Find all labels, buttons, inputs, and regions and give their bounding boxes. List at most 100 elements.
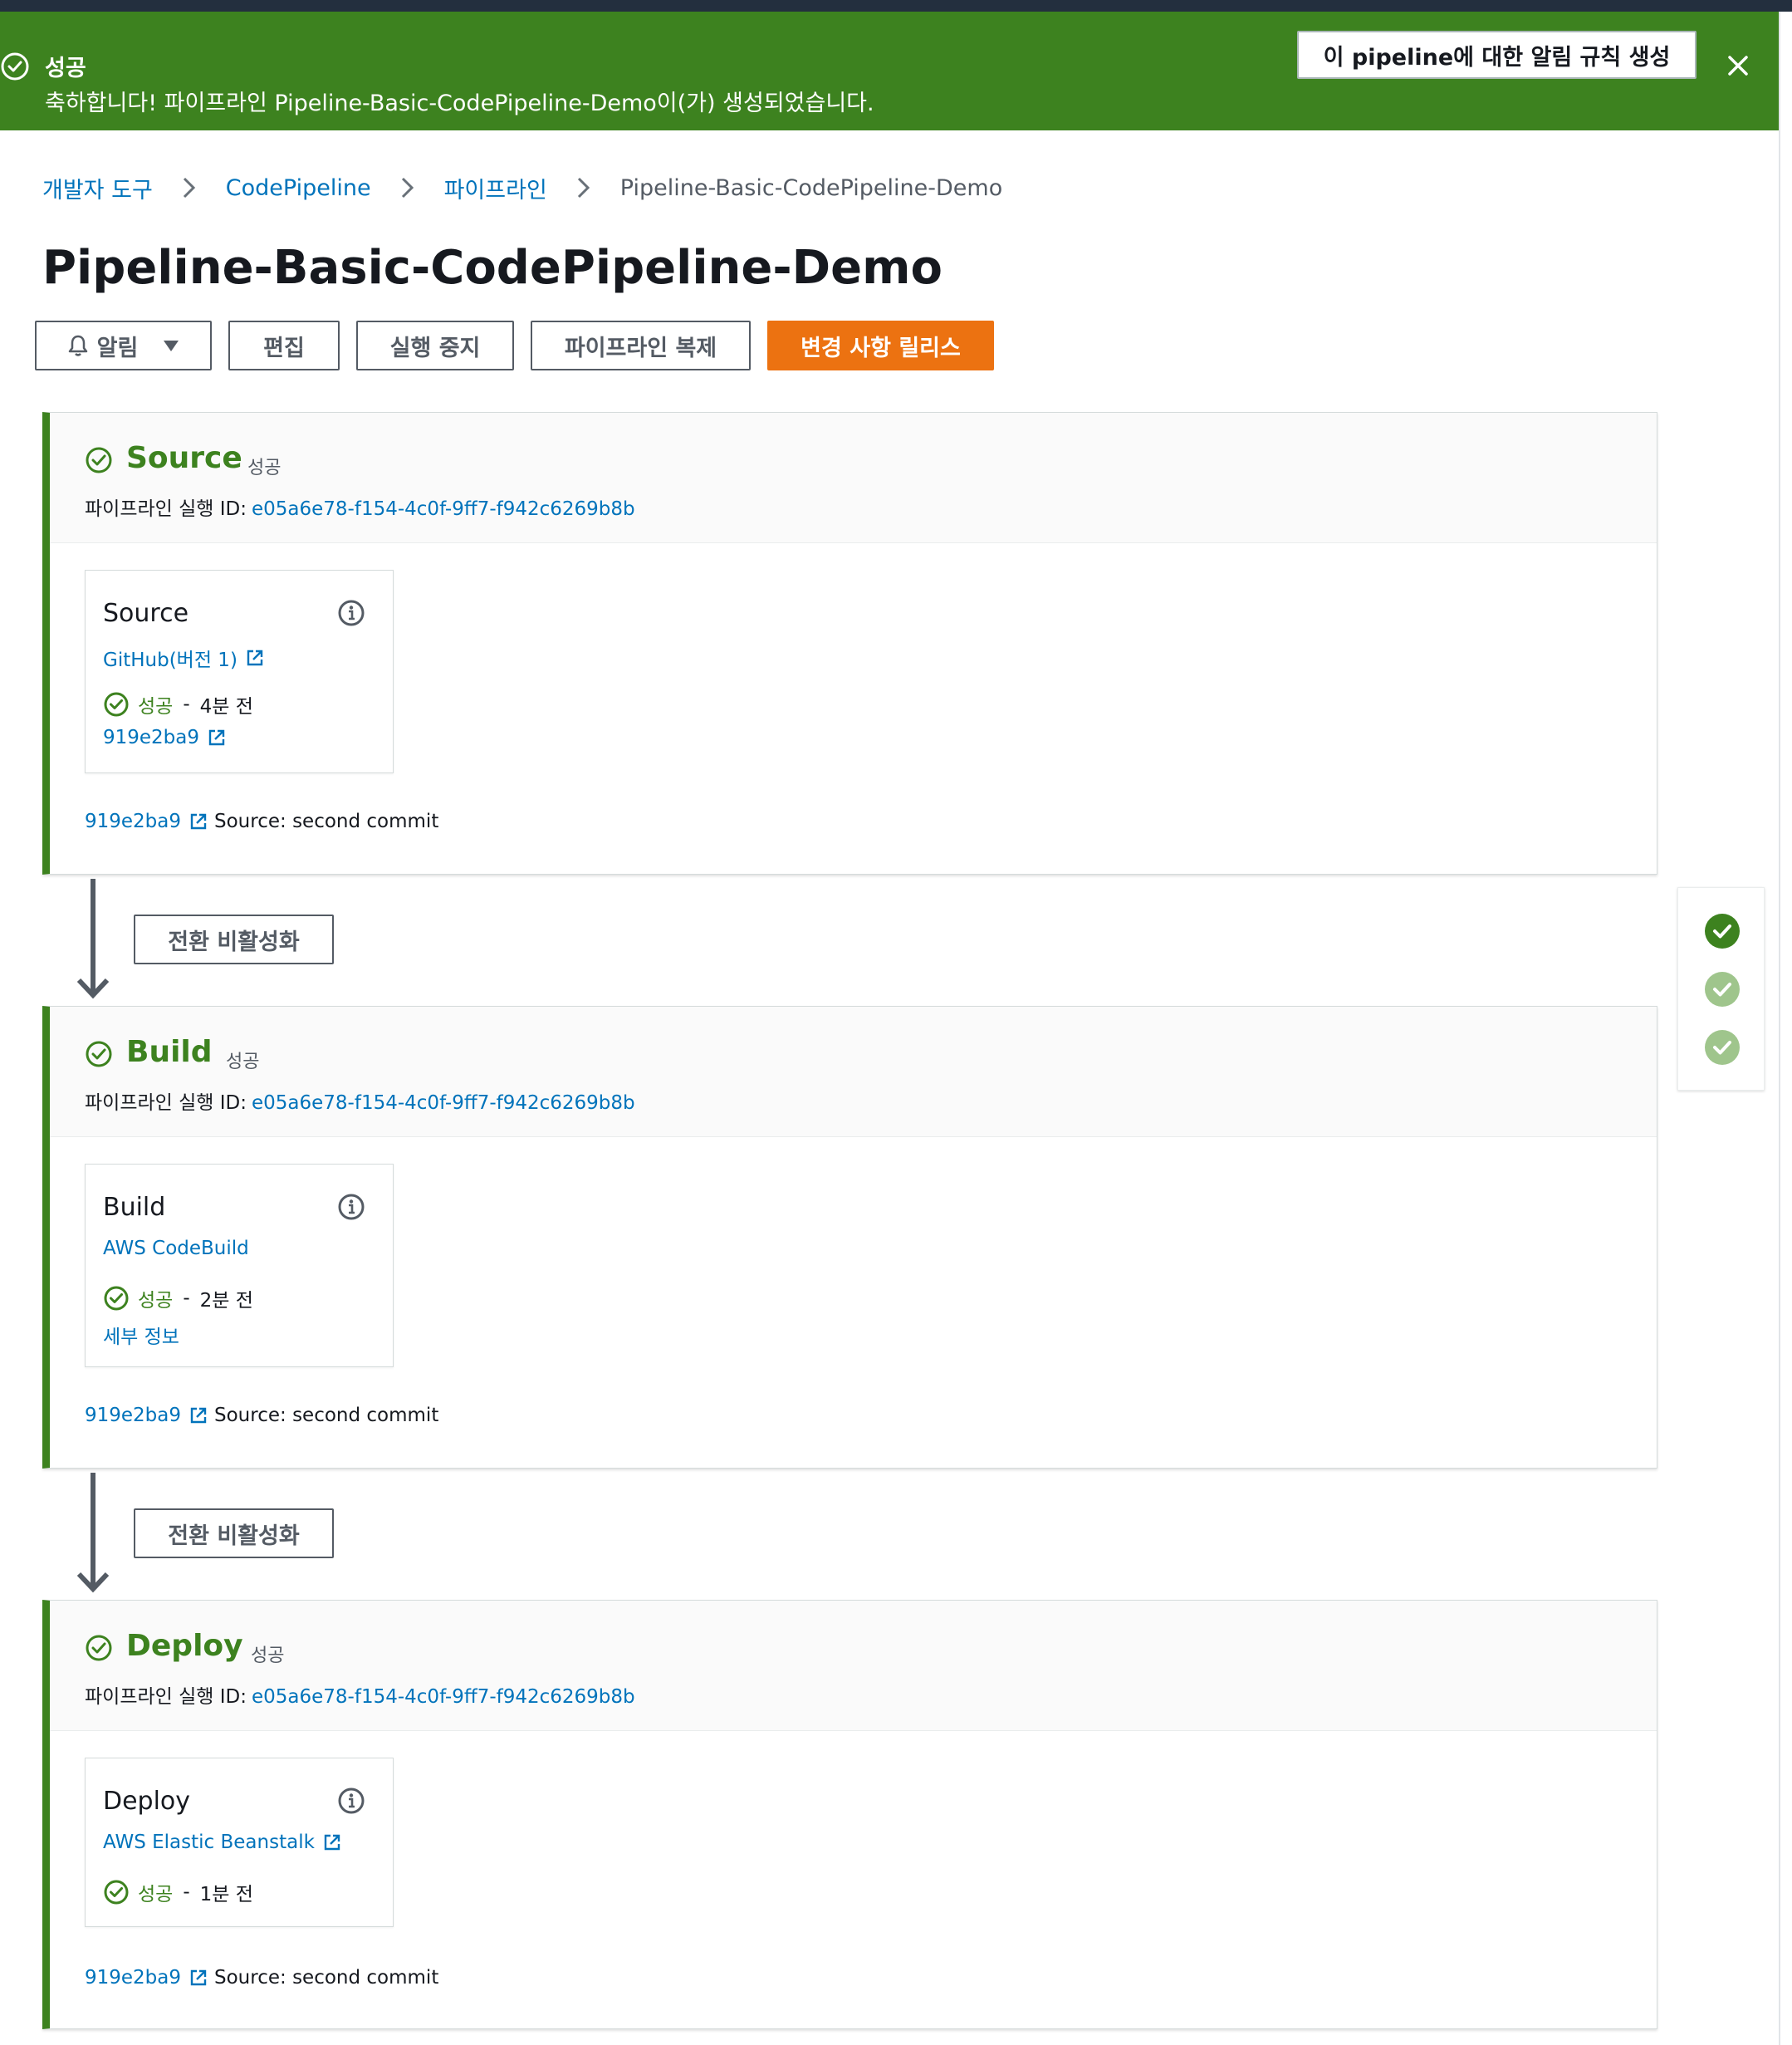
disable-transition-button[interactable]: 전환 비활성화 (134, 915, 334, 964)
check-circle-icon (104, 692, 129, 717)
commit-message: Source: second commit (214, 1405, 439, 1426)
details-link-label: 세부 정보 (103, 1327, 179, 1348)
execution-id-row: 파이프라인 실행 ID: e05a6e78-f154-4c0f-9ff7-f942… (85, 493, 635, 521)
edit-button[interactable]: 편집 (228, 321, 340, 370)
stage-deploy: Deploy 성공 파이프라인 실행 ID: e05a6e78-f154-4c0f… (42, 1600, 1657, 2029)
stage-status: 성공 (251, 1645, 285, 1666)
external-link-icon (247, 650, 263, 666)
stage-header: Source 성공 파이프라인 실행 ID: e05a6e78-f154-4c0f… (50, 413, 1657, 543)
arrow-down-icon (76, 879, 110, 999)
stage-source: Source 성공 파이프라인 실행 ID: e05a6e78-f154-4c0f… (42, 412, 1657, 875)
info-icon[interactable] (337, 1193, 365, 1221)
page-edge (1779, 12, 1780, 2045)
status-text: 성공 (138, 696, 174, 718)
check-filled-icon[interactable] (1704, 971, 1741, 1008)
action-provider-link[interactable]: AWS Elastic Beanstalk (103, 1832, 341, 1853)
action-card-deploy: Deploy AWS Elastic Beanstalk 성공 - 1분 전 (85, 1758, 394, 1927)
status-text: 성공 (138, 1884, 174, 1905)
execution-id-label: 파이프라인 실행 ID: (85, 1686, 247, 1708)
action-status: 성공 - 2분 전 (103, 1284, 253, 1312)
page-title: Pipeline-Basic-CodePipeline-Demo (42, 241, 943, 295)
close-icon[interactable] (1722, 50, 1754, 81)
execution-id-link[interactable]: e05a6e78-f154-4c0f-9ff7-f942c6269b8b (252, 1686, 635, 1708)
action-name: Deploy (103, 1787, 191, 1816)
external-link-icon[interactable] (189, 812, 208, 831)
commit-hash-link[interactable]: 919e2ba9 (85, 1967, 181, 1989)
stage-commit-info: 919e2ba9 Source: second commit (85, 1967, 438, 1989)
external-link-icon[interactable] (189, 1406, 208, 1425)
check-circle-icon (86, 1041, 112, 1067)
execution-id-label: 파이프라인 실행 ID: (85, 1092, 247, 1114)
chevron-right-icon (391, 171, 424, 204)
arrow-down-icon (76, 1473, 110, 1593)
stop-execution-button[interactable]: 실행 중지 (356, 321, 514, 370)
commit-message: Source: second commit (214, 811, 439, 832)
execution-id-row: 파이프라인 실행 ID: e05a6e78-f154-4c0f-9ff7-f942… (85, 1086, 635, 1115)
stage-status: 성공 (247, 458, 282, 478)
action-details-link[interactable]: 세부 정보 (103, 1321, 179, 1349)
top-navigation-bar (0, 0, 1792, 12)
status-time: 4분 전 (199, 696, 253, 718)
action-card-build: Build AWS CodeBuild 성공 - 2분 전 세부 정보 (85, 1164, 394, 1367)
check-circle-icon (86, 1635, 112, 1661)
status-separator: - (183, 1287, 190, 1309)
status-time: 2분 전 (199, 1290, 253, 1312)
flash-message: 축하합니다! 파이프라인 Pipeline-Basic-CodePipeline… (45, 91, 874, 116)
stage-header: Build 성공 파이프라인 실행 ID: e05a6e78-f154-4c0f-… (50, 1007, 1657, 1137)
action-name: Source (103, 599, 189, 628)
action-provider-link[interactable]: GitHub(버전 1) (103, 644, 264, 672)
execution-id-row: 파이프라인 실행 ID: e05a6e78-f154-4c0f-9ff7-f942… (85, 1680, 635, 1709)
chevron-right-icon (173, 171, 206, 204)
check-filled-icon[interactable] (1704, 1029, 1741, 1066)
info-icon[interactable] (337, 599, 365, 627)
info-icon[interactable] (337, 1787, 365, 1815)
action-provider-link[interactable]: AWS CodeBuild (103, 1238, 249, 1259)
action-card-source: Source GitHub(버전 1) 성공 - 4분 전 919e2ba9 (85, 570, 394, 773)
notify-dropdown-button[interactable]: 알림 (35, 321, 212, 370)
breadcrumb-pipelines[interactable]: 파이프라인 (444, 172, 547, 204)
release-change-button[interactable]: 변경 사항 릴리스 (767, 321, 994, 370)
check-circle-icon (104, 1880, 129, 1905)
flash-title: 성공 (45, 56, 86, 81)
breadcrumb-codepipeline[interactable]: CodePipeline (226, 175, 371, 201)
execution-id-link[interactable]: e05a6e78-f154-4c0f-9ff7-f942c6269b8b (252, 1092, 635, 1114)
commit-message: Source: second commit (214, 1967, 439, 1989)
breadcrumb: 개발자 도구 CodePipeline 파이프라인 Pipeline-Basic… (42, 171, 1002, 204)
check-circle-icon (86, 447, 112, 473)
action-name: Build (103, 1193, 166, 1222)
chevron-right-icon (567, 171, 600, 204)
action-commit-link[interactable]: 919e2ba9 (103, 727, 226, 748)
action-status: 성공 - 1분 전 (103, 1878, 253, 1906)
clone-pipeline-button[interactable]: 파이프라인 복제 (531, 321, 751, 370)
execution-id-link[interactable]: e05a6e78-f154-4c0f-9ff7-f942c6269b8b (252, 498, 635, 520)
provider-label: AWS Elastic Beanstalk (103, 1832, 315, 1853)
execution-id-label: 파이프라인 실행 ID: (85, 498, 247, 520)
stage-commit-info: 919e2ba9 Source: second commit (85, 811, 438, 832)
status-time: 1분 전 (199, 1884, 253, 1905)
check-circle-icon (1, 52, 29, 81)
stage-name: Deploy (126, 1629, 243, 1663)
disable-transition-button[interactable]: 전환 비활성화 (134, 1508, 334, 1558)
external-link-icon[interactable] (189, 1969, 208, 1987)
stage-name: Source (126, 441, 242, 475)
stage-header: Deploy 성공 파이프라인 실행 ID: e05a6e78-f154-4c0f… (50, 1601, 1657, 1731)
external-link-icon (208, 729, 225, 746)
check-filled-icon[interactable] (1704, 913, 1741, 949)
stage-commit-info: 919e2ba9 Source: second commit (85, 1405, 438, 1426)
breadcrumb-developer-tools[interactable]: 개발자 도구 (42, 172, 153, 204)
status-separator: - (183, 694, 190, 715)
breadcrumb-current: Pipeline-Basic-CodePipeline-Demo (619, 174, 1003, 201)
notify-label: 알림 (96, 335, 139, 361)
caret-down-icon (164, 341, 179, 351)
provider-label: GitHub(버전 1) (103, 650, 237, 671)
commit-hash-link[interactable]: 919e2ba9 (85, 1405, 181, 1426)
commit-link-label: 919e2ba9 (103, 727, 200, 748)
provider-label: AWS CodeBuild (103, 1238, 249, 1259)
commit-hash-link[interactable]: 919e2ba9 (85, 811, 181, 832)
create-notification-rule-button[interactable]: 이 pipeline에 대한 알림 규칙 생성 (1297, 31, 1697, 79)
stage-build: Build 성공 파이프라인 실행 ID: e05a6e78-f154-4c0f-… (42, 1006, 1657, 1469)
external-link-icon (324, 1834, 340, 1851)
status-separator: - (183, 1881, 190, 1903)
stage-status: 성공 (226, 1052, 260, 1072)
bell-icon (68, 335, 87, 356)
